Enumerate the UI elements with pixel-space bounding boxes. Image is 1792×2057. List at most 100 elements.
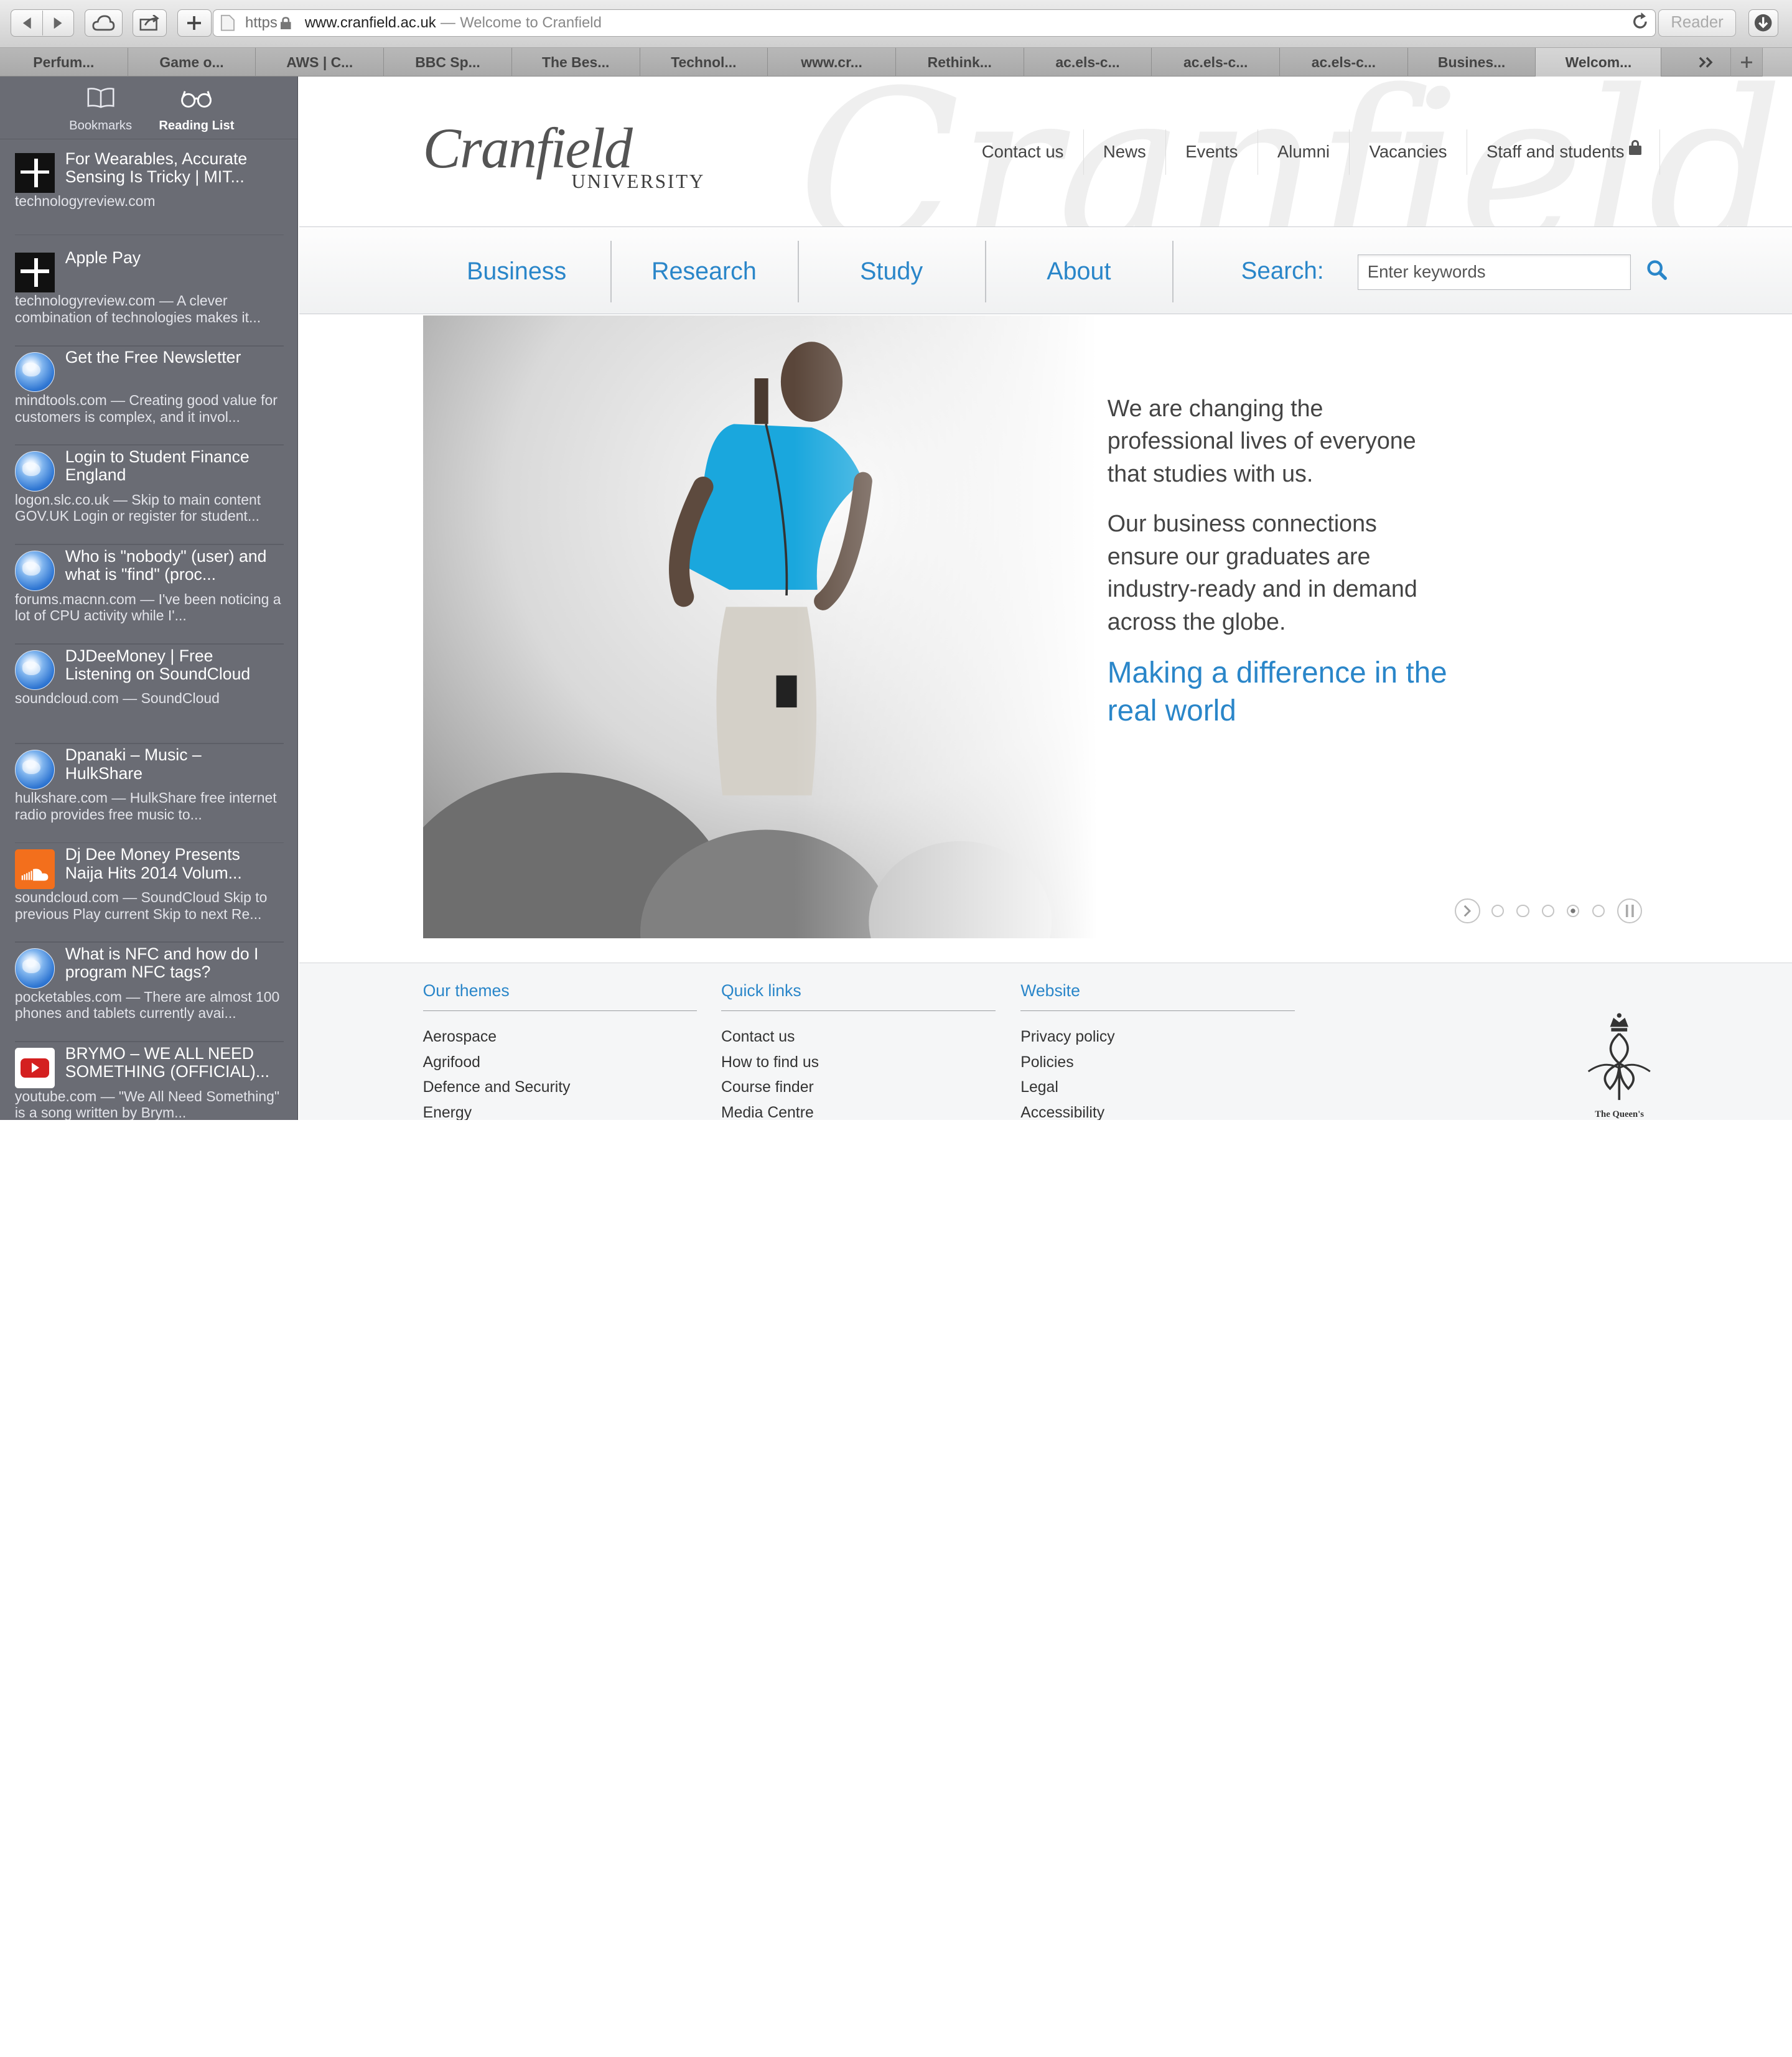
nav-events[interactable]: Events [1166, 129, 1258, 175]
reading-list-item[interactable]: DJDeeMoney | Free Listening on SoundClou… [0, 645, 298, 744]
tab[interactable]: www.cr... [768, 48, 896, 77]
new-tab-button[interactable] [177, 9, 212, 37]
tab[interactable]: Rethink... [896, 48, 1024, 77]
item-desc: pocketables.com — There are almost 100 p… [14, 988, 280, 1022]
nav-vacancies[interactable]: Vacancies [1350, 129, 1467, 175]
globe-icon [14, 948, 55, 989]
footer-link[interactable]: Contact us [721, 1025, 996, 1050]
reading-list-item[interactable]: BRYMO – WE ALL NEED SOMETHING (OFFICIAL)… [0, 1042, 298, 1120]
nav-contact-us[interactable]: Contact us [963, 129, 1084, 175]
slide-dot[interactable] [1516, 904, 1529, 917]
nav-research[interactable]: Research [610, 241, 798, 302]
tab-bar: Perfum... Game o... AWS | C... BBC Sp...… [0, 48, 1792, 77]
reading-list-sidebar: Bookmarks Reading List For Wearables, Ac… [0, 77, 299, 1120]
tab[interactable]: The Bes... [512, 48, 640, 77]
search-input[interactable] [1358, 254, 1631, 290]
footer-quick-links: Quick links Contact us How to find us Co… [721, 981, 996, 1120]
back-button[interactable] [12, 11, 42, 35]
item-title: What is NFC and how do I program NFC tag… [65, 944, 259, 982]
tab[interactable]: AWS | C... [256, 48, 385, 77]
nav-alumni[interactable]: Alumni [1258, 129, 1350, 175]
share-button[interactable] [133, 9, 167, 37]
nav-staff-and-students[interactable]: Staff and students [1467, 129, 1661, 175]
tab[interactable]: Technol... [640, 48, 768, 77]
reading-list-item[interactable]: Dj Dee Money Presents Naija Hits 2014 Vo… [0, 843, 298, 943]
bookmarks-tab[interactable]: Bookmarks [55, 86, 146, 133]
site-footer: Our themes Aerospace Agrifood Defence an… [299, 962, 1792, 1120]
nav-staff-label: Staff and students [1486, 142, 1625, 162]
browser-toolbar: https www.cranfield.ac.uk — Welcome to C… [0, 0, 1792, 49]
tab[interactable]: Busines... [1408, 48, 1536, 77]
footer-link[interactable]: Agrifood [423, 1050, 698, 1075]
technology-review-icon [14, 252, 55, 293]
reload-button[interactable] [1632, 12, 1648, 34]
footer-link[interactable]: Energy [423, 1101, 698, 1120]
reading-list-item[interactable]: Dpanaki – Music – HulkShare hulkshare.co… [0, 744, 298, 844]
next-slide-button[interactable] [1455, 898, 1480, 924]
more-tabs-button[interactable] [1689, 48, 1724, 77]
reading-list-item[interactable]: What is NFC and how do I program NFC tag… [0, 943, 298, 1043]
tab[interactable]: ac.els-c... [1280, 48, 1408, 77]
nav-about[interactable]: About [985, 241, 1172, 302]
reading-list-item[interactable]: Who is "nobody" (user) and what is "find… [0, 545, 298, 645]
footer-link[interactable]: Media Centre [721, 1101, 996, 1120]
globe-icon [14, 551, 55, 591]
tab[interactable]: Game o... [128, 48, 256, 77]
icloud-tabs-button[interactable] [84, 9, 123, 37]
address-bar[interactable]: https www.cranfield.ac.uk — Welcome to C… [212, 9, 1656, 37]
footer-heading: Our themes [422, 981, 698, 1012]
nav-business[interactable]: Business [423, 241, 610, 302]
footer-link[interactable]: Policies [1020, 1050, 1295, 1075]
search-button[interactable] [1646, 259, 1669, 282]
reader-button[interactable]: Reader [1658, 9, 1736, 37]
pause-icon [1625, 904, 1634, 917]
footer-link[interactable]: Legal [1020, 1075, 1295, 1100]
nav-study[interactable]: Study [798, 241, 985, 302]
footer-heading: Website [1020, 981, 1295, 1012]
forward-button[interactable] [42, 10, 72, 35]
item-desc: youtube.com — "We All Need Something" is… [14, 1088, 280, 1120]
logo-subtitle: UNIVERSITY [571, 170, 706, 192]
footer-link[interactable]: Course finder [721, 1075, 996, 1100]
tab[interactable]: Perfum... [0, 48, 128, 77]
footer-link[interactable]: How to find us [721, 1050, 996, 1075]
slide-dot-active[interactable] [1567, 904, 1580, 917]
item-desc: soundcloud.com — SoundCloud [14, 690, 220, 707]
search-label: Search: [1241, 258, 1324, 285]
page-title: Welcome to Cranfield [460, 14, 602, 31]
footer-link[interactable]: Accessibility [1020, 1101, 1295, 1120]
lecturer-photo [422, 315, 1098, 938]
item-title: Dj Dee Money Presents Naija Hits 2014 Vo… [65, 845, 242, 882]
footer-website: Website Privacy policy Policies Legal Ac… [1020, 981, 1295, 1120]
footer-link[interactable]: Aerospace [423, 1025, 698, 1050]
tab[interactable]: ac.els-c... [1024, 48, 1152, 77]
cloud-icon [92, 15, 115, 31]
downloads-button[interactable] [1748, 9, 1778, 37]
item-title: DJDeeMoney | Free Listening on SoundClou… [65, 646, 251, 683]
cranfield-logo[interactable]: Cranfield UNIVERSITY [423, 119, 704, 192]
queens-anniversary-crest-icon: The Queen's [1579, 1009, 1659, 1120]
tab-active[interactable]: Welcom... [1536, 48, 1662, 77]
footer-link[interactable]: Privacy policy [1020, 1025, 1295, 1050]
tab[interactable]: ac.els-c... [1152, 48, 1281, 77]
slideshow-controls [1455, 898, 1643, 924]
add-tab-button[interactable] [1730, 48, 1762, 77]
sidebar-header: Bookmarks Reading List [0, 77, 298, 140]
tab[interactable]: BBC Sp... [384, 48, 512, 77]
reading-list-item[interactable]: Login to Student Finance England logon.s… [0, 445, 298, 546]
reading-list-item[interactable]: For Wearables, Accurate Sensing Is Trick… [0, 147, 298, 236]
slide-dot[interactable] [1592, 904, 1605, 917]
nav-news[interactable]: News [1084, 129, 1166, 175]
reading-list-tab[interactable]: Reading List [151, 86, 242, 133]
slide-dot[interactable] [1491, 904, 1505, 917]
reading-list-item[interactable]: Get the Free Newsletter mindtools.com — … [0, 347, 298, 446]
top-nav: Contact us News Events Alumni Vacancies … [963, 129, 1661, 175]
item-desc: logon.slc.co.uk — Skip to main content G… [14, 491, 261, 525]
slide-dot[interactable] [1541, 904, 1554, 917]
download-icon [1755, 14, 1772, 32]
item-desc: soundcloud.com — SoundCloud Skip to prev… [14, 889, 268, 922]
pause-button[interactable] [1617, 898, 1643, 924]
footer-link[interactable]: Defence and Security [423, 1075, 698, 1100]
reading-list-item[interactable]: Apple Pay technologyreview.com — A cleve… [0, 247, 298, 347]
footer-heading: Quick links [721, 981, 996, 1012]
